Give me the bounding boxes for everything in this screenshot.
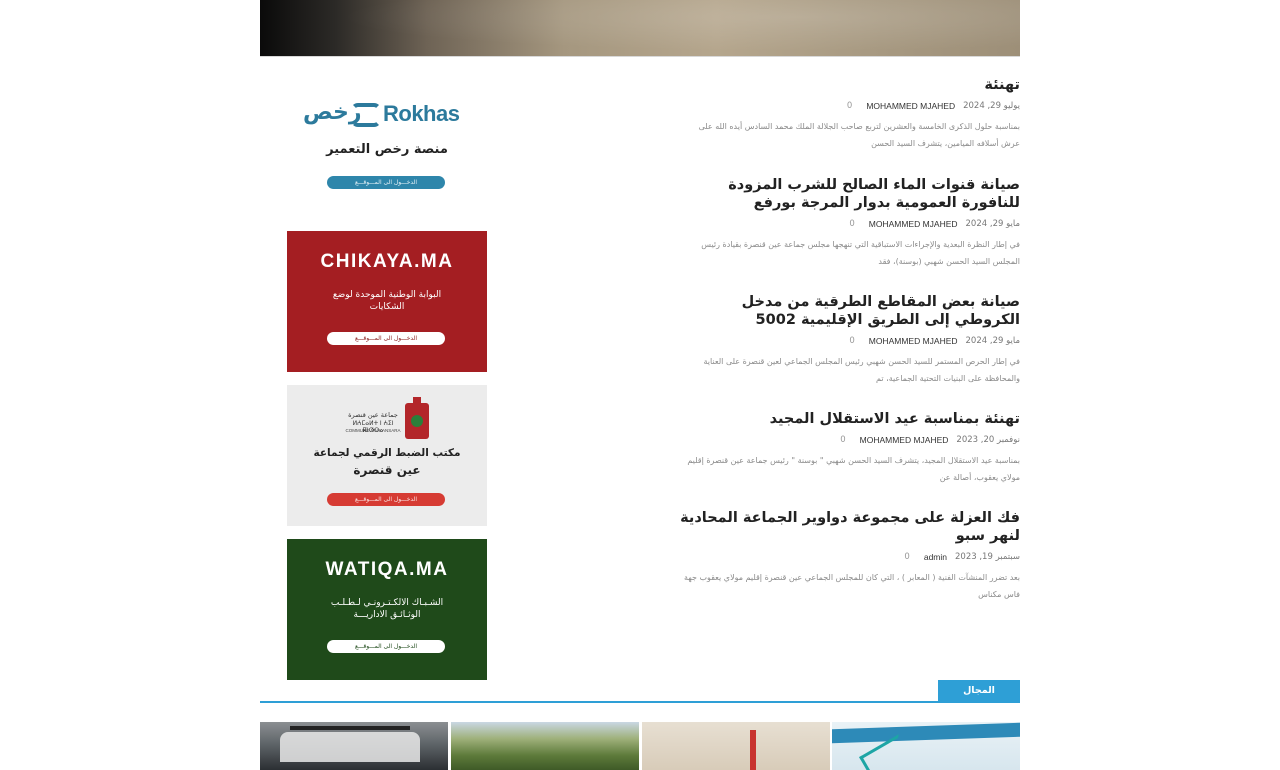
post-title-link[interactable]: تهنئة xyxy=(680,76,1020,94)
commune-logo-fr: COMMUNE AIN KANSARA xyxy=(345,428,401,433)
post-meta: نوفمبر 20, 2023 MOHAMMED MJAHED 0 xyxy=(680,434,1020,446)
post-comments-count[interactable]: 0 xyxy=(904,551,909,563)
chikaya-subtitle: البوابة الوطنية الموحدة لوضع الشكايات xyxy=(332,290,442,312)
post-date: سبتمبر 19, 2023 xyxy=(955,552,1020,562)
news-thumbnail[interactable] xyxy=(451,722,639,770)
watiqa-title: WATIQA.MA xyxy=(325,559,449,580)
post-excerpt: بعد تضرر المنشآت الفنية ( المعابر ) ، ال… xyxy=(684,573,1020,599)
section-divider xyxy=(260,701,1020,703)
post-excerpt: بمناسبة حلول الذكرى الخامسة والعشرين لتر… xyxy=(698,122,1020,148)
section-title-economic[interactable]: المجال الاقتصادي xyxy=(938,680,1020,717)
commune-line1: مكتب الضبط الرقمي لجماعة xyxy=(313,447,461,459)
hero-image xyxy=(260,0,1020,57)
post-date: مايو 29, 2024 xyxy=(965,219,1020,229)
post-item: تهنئة يوليو 29, 2024 MOHAMMED MJAHED 0 ب… xyxy=(680,76,1020,152)
commune-logo-ar: جماعة عين قنصرة xyxy=(348,411,398,419)
post-comments-count[interactable]: 0 xyxy=(849,335,854,347)
post-author-link[interactable]: MOHAMMED MJAHED xyxy=(860,434,949,446)
post-item: تهنئة بمناسبة عيد الاستقلال المجيد نوفمب… xyxy=(680,410,1020,486)
post-item: صيانة بعض المقاطع الطرقية من مدخل الكروط… xyxy=(680,293,1020,387)
news-thumbnail[interactable] xyxy=(832,722,1020,770)
post-date: مايو 29, 2024 xyxy=(965,336,1020,346)
watiqa-visit-button[interactable]: الدخـــول الى المـــوقـــع xyxy=(327,640,445,653)
post-excerpt: في إطار الحرص المستمر للسيد الحسن شهبي ر… xyxy=(703,357,1020,383)
post-meta: مايو 29, 2024 MOHAMMED MJAHED 0 xyxy=(680,218,1020,230)
post-meta: مايو 29, 2024 MOHAMMED MJAHED 0 xyxy=(680,335,1020,347)
post-comments-count[interactable]: 0 xyxy=(847,100,852,112)
commune-banner[interactable]: جماعة عين قنصرة ⵍⵄⵎⴰⵍⵜ ⵏ ⵄⵉⵏ ⴽⵏⵚⵔⴰ COMMU… xyxy=(287,385,487,526)
post-meta: سبتمبر 19, 2023 admin 0 xyxy=(680,551,1020,563)
post-author-link[interactable]: MOHAMMED MJAHED xyxy=(866,100,955,112)
post-comments-count[interactable]: 0 xyxy=(849,218,854,230)
post-item: صيانة قنوات الماء الصالح للشرب المزودة ل… xyxy=(680,176,1020,270)
commune-line2: عين قنصرة xyxy=(353,463,421,477)
post-title-link[interactable]: تهنئة بمناسبة عيد الاستقلال المجيد xyxy=(680,410,1020,428)
post-author-link[interactable]: admin xyxy=(924,551,947,563)
post-meta: يوليو 29, 2024 MOHAMMED MJAHED 0 xyxy=(680,100,1020,112)
rokhas-logo-en: Rokhas xyxy=(383,101,460,126)
watiqa-banner[interactable]: WATIQA.MA الشـبـاك الالكـتـرونـي لـطـلـب… xyxy=(287,539,487,680)
post-date: نوفمبر 20, 2023 xyxy=(956,435,1020,445)
chikaya-title: CHIKAYA.MA xyxy=(320,251,454,272)
post-excerpt: بمناسبة عيد الاستقلال المجيد، يتشرف السي… xyxy=(687,456,1020,482)
post-item: فك العزلة على مجموعة دواوير الجماعة المح… xyxy=(680,509,1020,603)
chikaya-visit-button[interactable]: الدخـــول الى المـــوقـــع xyxy=(327,332,445,345)
post-excerpt: في إطار النظرة البعدية والإجراءات الاستب… xyxy=(701,240,1020,266)
rokhas-visit-button[interactable]: الدخـــول الى المـــوقـــع xyxy=(327,176,445,189)
post-author-link[interactable]: MOHAMMED MJAHED xyxy=(869,335,958,347)
post-title-link[interactable]: فك العزلة على مجموعة دواوير الجماعة المح… xyxy=(680,509,1020,545)
post-title-link[interactable]: صيانة قنوات الماء الصالح للشرب المزودة ل… xyxy=(680,176,1020,212)
rokhas-logo-mark-icon xyxy=(351,103,381,127)
rokhas-subtitle: منصة رخص التعمير xyxy=(326,142,448,157)
rokhas-logo: رخص Rokhas xyxy=(303,100,473,130)
news-thumbnail[interactable] xyxy=(642,722,830,770)
news-thumbnail[interactable] xyxy=(260,722,448,770)
divider xyxy=(260,56,1020,57)
rokhas-banner[interactable]: رخص Rokhas منصة رخص التعمير الدخـــول ال… xyxy=(287,88,487,229)
post-author-link[interactable]: MOHAMMED MJAHED xyxy=(869,218,958,230)
post-comments-count[interactable]: 0 xyxy=(840,434,845,446)
post-date: يوليو 29, 2024 xyxy=(963,101,1020,111)
watiqa-subtitle: الشـبـاك الالكـتـرونـي لـطـلـب الوثـائـق… xyxy=(330,598,444,620)
commune-emblem-icon xyxy=(405,397,429,439)
chikaya-banner[interactable]: CHIKAYA.MA البوابة الوطنية الموحدة لوضع … xyxy=(287,231,487,372)
commune-visit-button[interactable]: الدخـــول الى المـــوقـــع xyxy=(327,493,445,506)
post-title-link[interactable]: صيانة بعض المقاطع الطرقية من مدخل الكروط… xyxy=(680,293,1020,329)
